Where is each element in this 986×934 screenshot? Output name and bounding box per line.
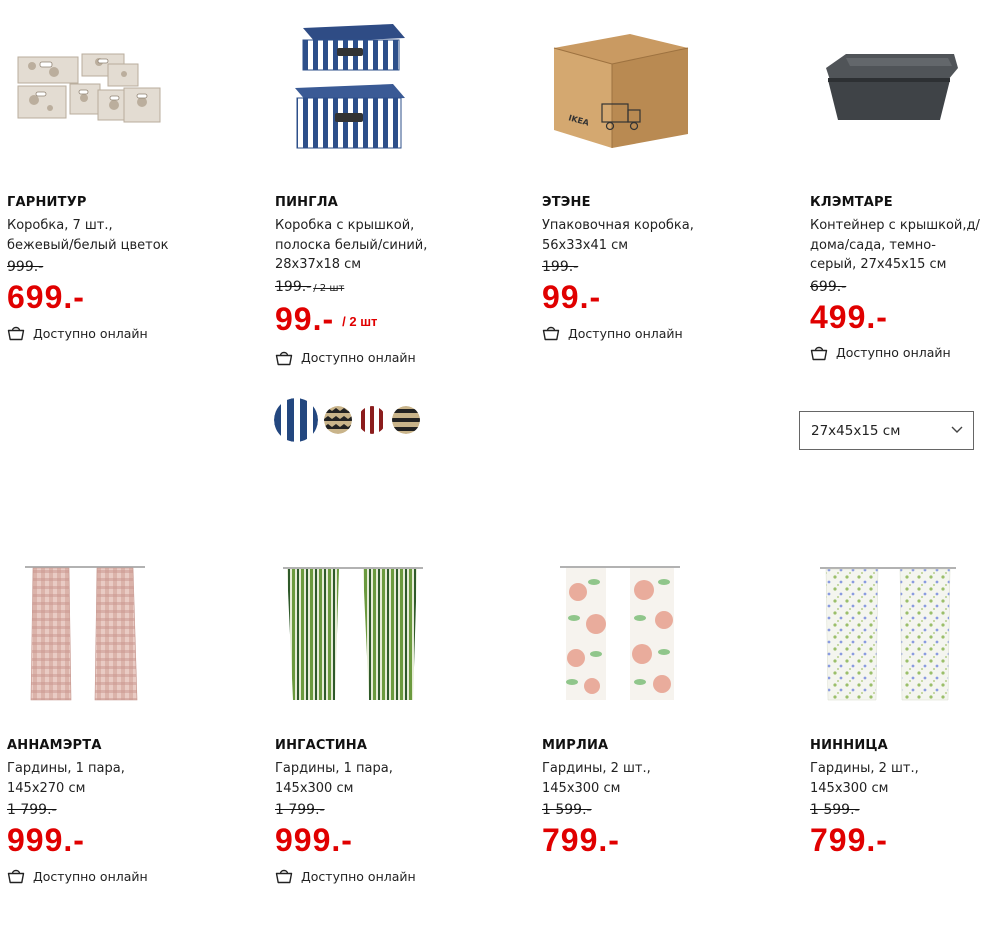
product-name[interactable]: ГАРНИТУР <box>7 195 237 211</box>
current-price: 99.- <box>542 279 602 315</box>
price-unit: / 2 шт <box>342 313 378 329</box>
swatch-black-beige-stripe[interactable] <box>392 406 420 434</box>
swatch-black-beige-zigzag[interactable] <box>324 406 352 434</box>
product-name[interactable]: ИНГАСТИНА <box>275 738 505 754</box>
swatch-red-white-stripe[interactable] <box>358 406 386 434</box>
shopping-bag-icon <box>275 868 293 884</box>
product-image-striped-boxes[interactable] <box>293 18 413 158</box>
shopping-bag-icon <box>810 345 828 361</box>
size-select[interactable]: 27x45x15 см <box>799 411 974 450</box>
shopping-bag-icon <box>7 325 25 341</box>
availability-label: Доступно онлайн <box>275 349 505 367</box>
old-price: 999.- <box>7 259 44 275</box>
product-image-storage-container[interactable] <box>816 52 962 124</box>
old-price: 199.-/ 2 шт <box>275 278 345 295</box>
old-price: 1 799.- <box>275 802 325 818</box>
product-name[interactable]: КЛЭМТАРЕ <box>810 195 986 211</box>
product-name[interactable]: АННАМЭРТА <box>7 738 237 754</box>
size-select-value: 27x45x15 см <box>811 423 901 439</box>
shopping-bag-icon <box>7 868 25 884</box>
product-description: Коробка, 7 шт., бежевый/белый цветок <box>7 218 169 253</box>
product-name[interactable]: ПИНГЛА <box>275 195 505 211</box>
product-description: Гардины, 1 пара, 145x270 см <box>7 761 125 796</box>
current-price: 799.- <box>810 822 888 858</box>
current-price: 799.- <box>542 822 620 858</box>
current-price: 999.- <box>7 822 85 858</box>
product-image-curtains-light-floral[interactable] <box>820 562 956 702</box>
shopping-bag-icon <box>542 325 560 341</box>
product-description: Упаковочная коробка, 56x33x41 см <box>542 218 694 253</box>
old-price: 1 599.- <box>542 802 592 818</box>
product-image-curtains-green-stripe[interactable] <box>283 562 423 702</box>
current-price: 699.- <box>7 279 85 315</box>
product-description: Гардины, 2 шт., 145x300 см <box>810 761 919 796</box>
old-price: 699.- <box>810 278 847 295</box>
old-price: 1 599.- <box>810 802 860 818</box>
product-image-cardboard-box[interactable]: IKEA <box>550 30 692 150</box>
product-image-box-set[interactable] <box>14 50 164 130</box>
product-description: Гардины, 2 шт., 145x300 см <box>542 761 651 796</box>
product-image-curtains-floral[interactable] <box>560 562 680 702</box>
product-image-curtains-pink-check[interactable] <box>25 562 145 702</box>
color-swatches <box>274 398 420 442</box>
product-name[interactable]: НИННИЦА <box>810 738 986 754</box>
availability-label: Доступно онлайн <box>542 324 772 342</box>
product-description: Гардины, 1 пара, 145x300 см <box>275 761 393 796</box>
availability-label: Доступно онлайн <box>810 344 986 362</box>
availability-label: Доступно онлайн <box>7 867 237 885</box>
current-price: 999.- <box>275 822 353 858</box>
old-price: 199.- <box>542 259 579 275</box>
availability-label: Доступно онлайн <box>275 867 505 885</box>
product-name[interactable]: ЭТЭНЕ <box>542 195 772 211</box>
current-price: 499.- <box>810 298 888 335</box>
product-name[interactable]: МИРЛИА <box>542 738 772 754</box>
availability-label: Доступно онлайн <box>7 324 237 342</box>
product-description: Коробка с крышкой, полоска белый/синий, … <box>275 218 428 272</box>
shopping-bag-icon <box>275 350 293 366</box>
chevron-down-icon <box>951 426 963 433</box>
current-price: 99.-/ 2 шт <box>275 300 378 337</box>
old-price: 1 799.- <box>7 802 57 818</box>
product-description: Контейнер с крышкой,д/дома/сада, темно-с… <box>810 218 980 272</box>
swatch-blue-white-stripe[interactable] <box>274 398 318 442</box>
